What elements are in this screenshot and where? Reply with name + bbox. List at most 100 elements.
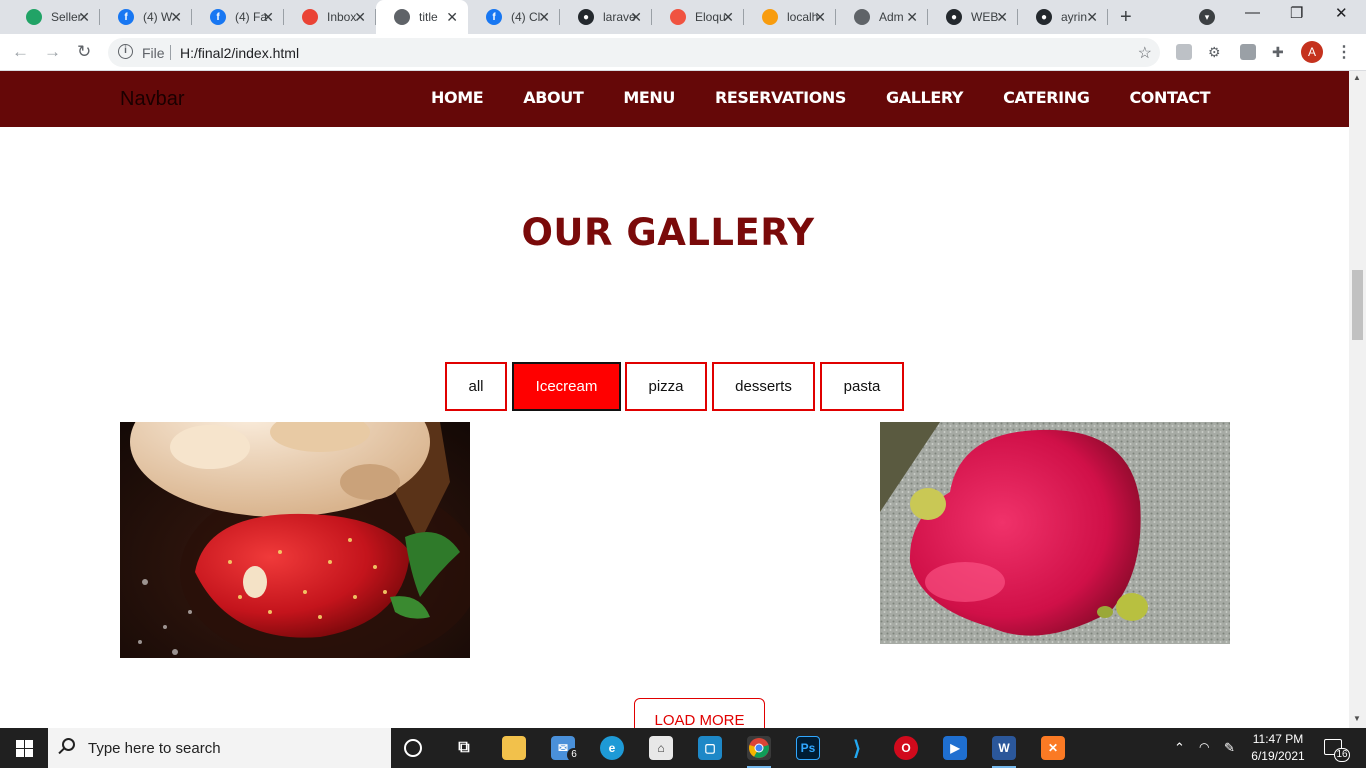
- icecream-strawberry-image[interactable]: [120, 422, 470, 658]
- tab-close-icon[interactable]: ✕: [1086, 9, 1098, 26]
- url-text[interactable]: H:/final2/index.html: [180, 45, 299, 61]
- tab-close-icon[interactable]: ✕: [722, 9, 734, 26]
- back-icon[interactable]: ←: [12, 42, 29, 62]
- tab-title: larave: [603, 10, 636, 24]
- filter-button-pizza[interactable]: pizza: [625, 362, 707, 411]
- gallery-title: OUR GALLERY: [521, 211, 815, 254]
- nav-link-gallery[interactable]: GALLERY: [886, 88, 963, 107]
- file-explorer-icon[interactable]: [502, 736, 526, 760]
- browser-tab[interactable]: f (4) Cl ✕: [468, 0, 560, 34]
- camera-extension-icon[interactable]: [1240, 44, 1256, 60]
- github-icon: ●: [578, 9, 594, 25]
- browser-tab[interactable]: ● larave ✕: [560, 0, 652, 34]
- edge-icon[interactable]: e: [600, 736, 624, 760]
- navbar-brand[interactable]: Navbar: [120, 88, 184, 111]
- browser-tab[interactable]: f (4) W ✕: [100, 0, 192, 34]
- tab-title: ayrin: [1061, 10, 1088, 24]
- pdf-extension-icon[interactable]: [1176, 44, 1192, 60]
- address-bar[interactable]: i File H:/final2/index.html ☆: [108, 38, 1160, 67]
- cortana-icon[interactable]: [404, 739, 422, 757]
- word-icon[interactable]: W: [992, 736, 1016, 768]
- browser-tab[interactable]: Seller ✕: [8, 0, 100, 34]
- minimize-icon[interactable]: —: [1245, 4, 1260, 21]
- profile-avatar[interactable]: A: [1301, 41, 1323, 63]
- tab-title: Seller: [51, 10, 82, 24]
- browser-tab[interactable]: ● WEB ✕: [928, 0, 1018, 34]
- browser-tab[interactable]: localh ✕: [744, 0, 836, 34]
- browser-tab[interactable]: Eloqu ✕: [652, 0, 744, 34]
- close-window-icon[interactable]: ✕: [1335, 4, 1348, 22]
- reload-icon[interactable]: ↻: [77, 42, 91, 62]
- nav-link-catering[interactable]: CATERING: [1003, 88, 1090, 107]
- globe-icon: [394, 9, 410, 25]
- tab-close-icon[interactable]: ✕: [906, 9, 918, 26]
- tab-close-icon[interactable]: ✕: [630, 9, 642, 26]
- tab-close-icon[interactable]: ✕: [538, 9, 550, 26]
- wifi-icon[interactable]: ◠: [1199, 740, 1209, 754]
- tab-close-icon[interactable]: ✕: [446, 9, 458, 26]
- tab-close-icon[interactable]: ✕: [78, 9, 90, 26]
- browser-tab[interactable]: title ✕: [376, 0, 468, 34]
- extension-icon[interactable]: ⚙: [1208, 44, 1224, 60]
- bookmark-star-icon[interactable]: ☆: [1138, 43, 1152, 63]
- clock-date: 6/19/2021: [1251, 749, 1305, 763]
- github-icon: ●: [946, 9, 962, 25]
- browser-tab[interactable]: f (4) Fa ✕: [192, 0, 284, 34]
- tab-close-icon[interactable]: ✕: [814, 9, 826, 26]
- scroll-up-icon[interactable]: ▲: [1353, 73, 1361, 82]
- nav-link-home[interactable]: HOME: [431, 88, 484, 107]
- scheme-label: File: [142, 45, 165, 61]
- opera-icon[interactable]: O: [894, 736, 918, 760]
- pen-icon[interactable]: ✎: [1224, 740, 1235, 756]
- nav-link-contact[interactable]: CONTACT: [1129, 88, 1210, 107]
- puzzle-extensions-icon[interactable]: ✚: [1272, 44, 1288, 60]
- page-scrollbar[interactable]: ▲ ▼: [1349, 71, 1366, 728]
- app-icon[interactable]: ▢: [698, 736, 722, 760]
- windows-taskbar: Type here to search ⧉ ✉ 6 e ⌂ ▢ Ps ⟩ O ▶…: [0, 728, 1366, 768]
- browser-tab[interactable]: ● ayrin ✕: [1018, 0, 1108, 34]
- filter-button-icecream[interactable]: Icecream: [512, 362, 621, 411]
- windows-start-icon[interactable]: [16, 740, 33, 757]
- photoshop-icon[interactable]: Ps: [796, 736, 820, 760]
- nav-link-menu[interactable]: MENU: [623, 88, 675, 107]
- filter-button-desserts[interactable]: desserts: [712, 362, 815, 411]
- green-circle-icon: [26, 9, 42, 25]
- tab-title: (4) Fa: [235, 10, 268, 24]
- scrollbar-thumb[interactable]: [1352, 270, 1363, 340]
- mail-badge: 6: [567, 748, 581, 762]
- search-placeholder: Type here to search: [88, 740, 221, 757]
- restore-icon[interactable]: ❐: [1290, 4, 1303, 22]
- xampp-icon[interactable]: ✕: [1041, 736, 1065, 760]
- task-view-icon[interactable]: ⧉: [452, 736, 476, 760]
- forward-icon[interactable]: →: [44, 42, 61, 62]
- taskbar-clock[interactable]: 11:47 PM 6/19/2021: [1248, 731, 1308, 765]
- tab-close-icon[interactable]: ✕: [996, 9, 1008, 26]
- tab-search-icon[interactable]: ▾: [1199, 9, 1215, 25]
- tab-close-icon[interactable]: ✕: [354, 9, 366, 26]
- media-player-icon[interactable]: ▶: [943, 736, 967, 760]
- clock-time: 11:47 PM: [1252, 732, 1304, 746]
- filter-button-pasta[interactable]: pasta: [820, 362, 904, 411]
- store-icon[interactable]: ⌂: [649, 736, 673, 760]
- new-tab-button[interactable]: +: [1120, 6, 1132, 29]
- tab-close-icon[interactable]: ✕: [170, 9, 182, 26]
- notification-count: 16: [1334, 748, 1350, 762]
- filter-button-all[interactable]: all: [445, 362, 507, 411]
- red-dessert-image[interactable]: [880, 422, 1230, 644]
- info-icon[interactable]: i: [118, 44, 133, 59]
- tab-close-icon[interactable]: ✕: [262, 9, 274, 26]
- load-more-button[interactable]: LOAD MORE: [634, 698, 765, 728]
- browser-tab[interactable]: Adm ✕: [836, 0, 928, 34]
- nav-link-reservations[interactable]: RESERVATIONS: [715, 88, 846, 107]
- site-navbar: Navbar HOME ABOUT MENU RESERVATIONS GALLERY C…: [0, 71, 1349, 127]
- vscode-icon[interactable]: ⟩: [845, 736, 869, 760]
- nav-link-about[interactable]: ABOUT: [523, 88, 583, 107]
- browser-menu-icon[interactable]: ⋮: [1336, 42, 1352, 62]
- facebook-icon: f: [486, 9, 502, 25]
- tray-chevron-icon[interactable]: ⌃: [1174, 740, 1185, 756]
- browser-tab[interactable]: Inbox ✕: [284, 0, 376, 34]
- tab-title: Adm: [879, 10, 904, 24]
- scroll-down-icon[interactable]: ▼: [1353, 714, 1361, 723]
- chrome-icon[interactable]: [747, 736, 771, 768]
- taskbar-search-box[interactable]: Type here to search: [48, 728, 391, 768]
